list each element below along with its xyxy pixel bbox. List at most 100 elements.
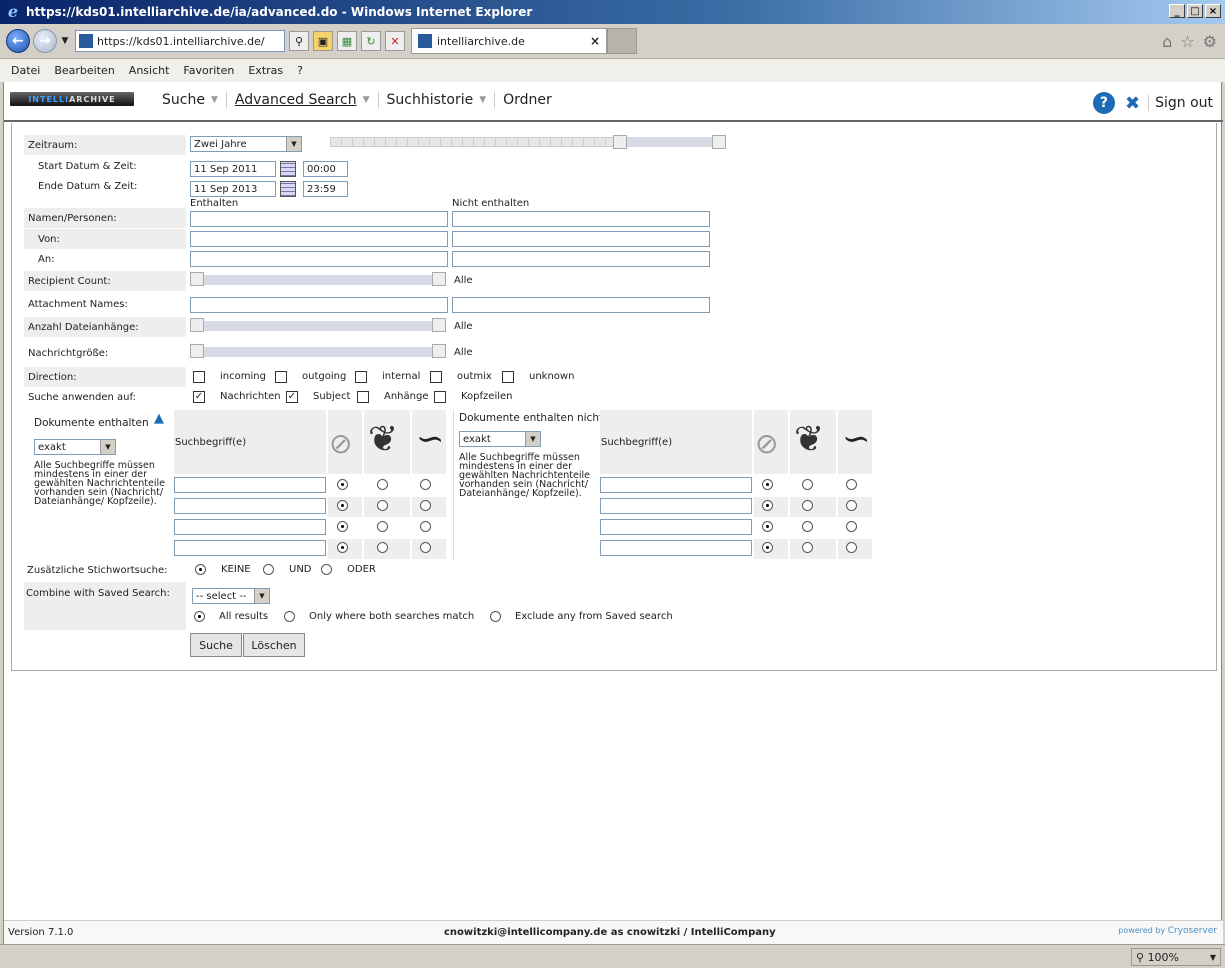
direction-unknown-checkbox[interactable]: [502, 371, 514, 383]
start-time-input[interactable]: 00:00: [303, 161, 348, 177]
contains-term-input-3[interactable]: [174, 519, 326, 535]
contains-mode-radio[interactable]: [337, 521, 348, 532]
nav-ordner[interactable]: Ordner: [495, 92, 560, 108]
menu-datei[interactable]: Datei: [4, 64, 47, 77]
contains-term-input-2[interactable]: [174, 498, 326, 514]
not-contains-mode-radio[interactable]: [802, 479, 813, 490]
not-contains-term-input-4[interactable]: [600, 540, 752, 556]
gear-icon[interactable]: ⚙: [1203, 32, 1217, 51]
maximize-button[interactable]: □: [1187, 4, 1203, 18]
extra-keyword-und-radio[interactable]: [263, 564, 274, 575]
menu-favoriten[interactable]: Favoriten: [176, 64, 241, 77]
an-contains-input[interactable]: [190, 251, 448, 267]
anzahl-max-handle[interactable]: [432, 318, 446, 332]
contains-mode-radio[interactable]: [377, 542, 388, 553]
zeitraum-select[interactable]: Zwei Jahre ▼: [190, 136, 302, 152]
zeitraum-start-handle[interactable]: [612, 135, 627, 149]
recipient-max-handle[interactable]: [432, 272, 446, 286]
apply-subject-checkbox[interactable]: ✓: [286, 391, 298, 403]
apply-nachrichten-checkbox[interactable]: ✓: [193, 391, 205, 403]
contains-mode-radio[interactable]: [420, 500, 431, 511]
direction-incoming-checkbox[interactable]: [193, 371, 205, 383]
nav-advanced-search[interactable]: Advanced Search ▼: [227, 92, 379, 108]
contains-mode-radio[interactable]: [420, 521, 431, 532]
anzahl-slider[interactable]: [192, 321, 446, 331]
anzahl-min-handle[interactable]: [190, 318, 204, 332]
compat-view-icon[interactable]: ▦: [337, 31, 357, 51]
contains-mode-radio[interactable]: [377, 500, 388, 511]
extra-keyword-oder-radio[interactable]: [321, 564, 332, 575]
contains-mode-radio[interactable]: [337, 500, 348, 511]
contains-mode-radio[interactable]: [377, 521, 388, 532]
attachment-contains-input[interactable]: [190, 297, 448, 313]
apply-anhaenge-checkbox[interactable]: [357, 391, 369, 403]
contains-term-input-1[interactable]: [174, 477, 326, 493]
intelliarchive-logo[interactable]: INTELLI ARCHIVE: [10, 92, 134, 106]
not-contains-mode-radio[interactable]: [802, 542, 813, 553]
nav-suche[interactable]: Suche ▼: [154, 92, 227, 108]
groesse-min-handle[interactable]: [190, 344, 204, 358]
refresh-icon[interactable]: ↻: [361, 31, 381, 51]
new-tab-button[interactable]: [607, 28, 637, 54]
minimize-button[interactable]: _: [1169, 4, 1185, 18]
not-contains-term-input-3[interactable]: [600, 519, 752, 535]
forward-button[interactable]: →: [33, 29, 57, 53]
contains-mode-select[interactable]: exakt ▼: [34, 439, 116, 455]
contains-mode-radio[interactable]: [420, 542, 431, 553]
close-window-button[interactable]: ×: [1205, 4, 1221, 18]
contains-mode-radio[interactable]: [377, 479, 388, 490]
not-contains-mode-radio[interactable]: [762, 521, 773, 532]
home-icon[interactable]: ⌂: [1162, 32, 1172, 51]
not-contains-mode-radio[interactable]: [762, 500, 773, 511]
not-contains-mode-select[interactable]: exakt ▼: [459, 431, 541, 447]
close-tab-icon[interactable]: ×: [590, 34, 600, 48]
extra-keyword-keine-radio[interactable]: [195, 564, 206, 575]
help-icon[interactable]: ?: [1092, 92, 1115, 114]
contains-term-input-4[interactable]: [174, 540, 326, 556]
groesse-max-handle[interactable]: [432, 344, 446, 358]
stop-icon[interactable]: ✕: [385, 31, 405, 51]
calendar-icon[interactable]: [280, 161, 296, 177]
start-date-input[interactable]: 11 Sep 2011: [190, 161, 276, 177]
von-not-contains-input[interactable]: [452, 231, 710, 247]
not-contains-mode-radio[interactable]: [802, 500, 813, 511]
back-button[interactable]: ←: [6, 29, 30, 53]
search-button[interactable]: Suche: [190, 633, 242, 657]
not-contains-term-input-2[interactable]: [600, 498, 752, 514]
contains-mode-radio[interactable]: [337, 542, 348, 553]
favorites-star-icon[interactable]: ☆: [1180, 32, 1194, 51]
browser-tab[interactable]: intelliarchive.de ×: [411, 28, 607, 54]
combine-select[interactable]: -- select -- ▼: [192, 588, 270, 604]
direction-outgoing-checkbox[interactable]: [275, 371, 287, 383]
address-bar[interactable]: https://kds01.intelliarchive.de/: [75, 30, 285, 52]
sign-out-link[interactable]: Sign out: [1148, 95, 1213, 111]
recipient-count-slider[interactable]: [192, 275, 446, 285]
menu-help[interactable]: ?: [290, 64, 310, 77]
an-not-contains-input[interactable]: [452, 251, 710, 267]
attachment-not-contains-input[interactable]: [452, 297, 710, 313]
not-contains-mode-radio[interactable]: [846, 521, 857, 532]
history-dropdown-icon[interactable]: ▼: [59, 36, 71, 46]
lock-icon[interactable]: ▣: [313, 31, 333, 51]
not-contains-mode-radio[interactable]: [762, 542, 773, 553]
groesse-slider[interactable]: [192, 347, 446, 357]
namen-contains-input[interactable]: [190, 211, 448, 227]
apply-kopfzeilen-checkbox[interactable]: [434, 391, 446, 403]
direction-internal-checkbox[interactable]: [355, 371, 367, 383]
recipient-min-handle[interactable]: [190, 272, 204, 286]
menu-bearbeiten[interactable]: Bearbeiten: [47, 64, 121, 77]
von-contains-input[interactable]: [190, 231, 448, 247]
namen-not-contains-input[interactable]: [452, 211, 710, 227]
zeitraum-end-handle[interactable]: [712, 135, 726, 149]
tools-icon[interactable]: ✖: [1125, 93, 1140, 114]
combine-all-results-radio[interactable]: [194, 611, 205, 622]
clear-button[interactable]: Löschen: [243, 633, 305, 657]
contains-mode-radio[interactable]: [420, 479, 431, 490]
combine-both-match-radio[interactable]: [284, 611, 295, 622]
menu-ansicht[interactable]: Ansicht: [122, 64, 177, 77]
menu-extras[interactable]: Extras: [241, 64, 290, 77]
calendar-icon[interactable]: [280, 181, 296, 197]
nav-suchhistorie[interactable]: Suchhistorie ▼: [379, 92, 496, 108]
end-time-input[interactable]: 23:59: [303, 181, 348, 197]
combine-exclude-radio[interactable]: [490, 611, 501, 622]
